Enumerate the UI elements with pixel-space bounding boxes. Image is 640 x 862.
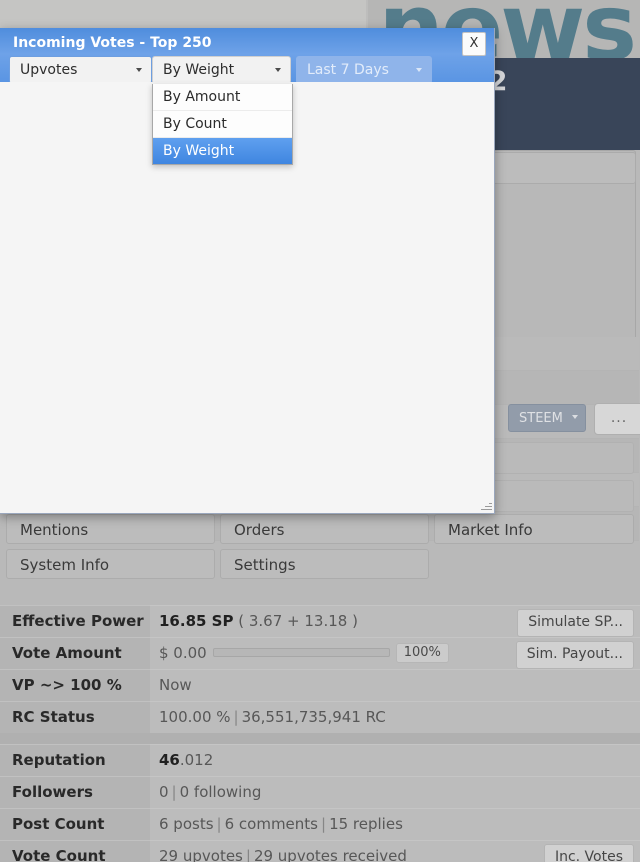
table-row: Reputation 46.012 xyxy=(0,744,640,776)
sort-by-value: By Weight xyxy=(163,62,235,78)
tab-row: Mentions Orders Market Info xyxy=(6,514,634,544)
tab-system-info[interactable]: System Info xyxy=(6,549,215,579)
dialog-header: Incoming Votes - Top 250 X Upvotes By We… xyxy=(0,28,494,84)
row-value-reputation: 46.012 xyxy=(150,744,640,776)
grip-line xyxy=(485,506,492,507)
vote-weight-percent[interactable]: 100% xyxy=(395,643,449,663)
table-row: Vote Count 29 upvotes | 29 upvotes receive… xyxy=(0,840,640,862)
table-row: Post Count 6 posts | 6 comments | 15 replies xyxy=(0,808,640,840)
sort-by-select[interactable]: By Weight xyxy=(152,56,291,84)
date-range-value: Last 7 Days xyxy=(307,62,389,78)
row-key-vp-recharge: VP ~> 100 % xyxy=(0,669,150,701)
date-range-select[interactable]: Last 7 Days xyxy=(296,56,432,84)
close-icon[interactable]: X xyxy=(462,32,486,56)
row-key-vote-amount: Vote Amount xyxy=(0,637,150,669)
sim-payout-button[interactable]: Sim. Payout... xyxy=(515,641,634,669)
effective-power-breakdown: ( 3.67 + 13.18 ) xyxy=(233,612,358,630)
more-options-button[interactable]: ... xyxy=(594,403,640,435)
vote-type-select[interactable]: Upvotes xyxy=(9,56,152,84)
steem-token-select[interactable]: STEEM xyxy=(508,404,586,432)
tab-row: System Info Settings xyxy=(6,549,634,579)
row-value-post-count: 6 posts | 6 comments | 15 replies xyxy=(150,808,640,840)
row-key-post-count: Post Count xyxy=(0,808,150,840)
chevron-down-icon xyxy=(416,68,422,72)
upvotes-received: 29 upvotes received xyxy=(253,847,407,862)
grip-line xyxy=(481,509,492,510)
row-key-rc-status: RC Status xyxy=(0,701,150,733)
row-value-effective-power: 16.85 SP ( 3.67 + 13.18 ) Simulate SP... xyxy=(150,605,640,637)
followers-count: 0 xyxy=(159,783,169,801)
dialog-title: Incoming Votes - Top 250 xyxy=(13,35,212,51)
row-value-vp-recharge: Now xyxy=(150,669,640,701)
table-row: Effective Power 16.85 SP ( 3.67 + 13.18 … xyxy=(0,605,640,637)
account-stats-table: Effective Power 16.85 SP ( 3.67 + 13.18 … xyxy=(0,605,640,862)
resize-handle[interactable] xyxy=(479,498,492,511)
value-separator: | xyxy=(216,815,222,833)
comments-count: 6 comments xyxy=(224,815,318,833)
row-value-rc-status: 100.00 % | 36,551,735,941 RC xyxy=(150,701,640,733)
tab-settings[interactable]: Settings xyxy=(220,549,429,579)
table-row: Vote Amount $ 0.00 100% Sim. Payout... xyxy=(0,637,640,669)
replies-count: 15 replies xyxy=(329,815,403,833)
rc-amount: 36,551,735,941 RC xyxy=(241,708,386,726)
row-key-followers: Followers xyxy=(0,776,150,808)
menu-item-by-count[interactable]: By Count xyxy=(153,111,292,138)
value-separator: | xyxy=(233,708,239,726)
row-value-vote-count: 29 upvotes | 29 upvotes received Inc. Vote… xyxy=(150,840,640,862)
steem-token-label: STEEM xyxy=(519,411,563,426)
effective-power-amount: 16.85 SP xyxy=(159,612,234,630)
simulate-sp-button[interactable]: Simulate SP... xyxy=(517,609,634,637)
vp-recharge-value: Now xyxy=(159,676,192,694)
table-divider xyxy=(0,733,640,744)
posts-count: 6 posts xyxy=(159,815,214,833)
row-key-reputation: Reputation xyxy=(0,744,150,776)
value-separator: | xyxy=(171,783,177,801)
vote-type-value: Upvotes xyxy=(20,62,78,78)
row-key-vote-count: Vote Count xyxy=(0,840,150,862)
dialog-filter-bar: Upvotes By Weight Last 7 Days xyxy=(0,56,494,84)
value-separator: | xyxy=(245,847,251,862)
upvotes-given: 29 upvotes xyxy=(159,847,243,862)
incoming-votes-button[interactable]: Inc. Votes xyxy=(543,844,634,862)
row-value-vote-amount: $ 0.00 100% Sim. Payout... xyxy=(150,637,640,669)
tab-orders[interactable]: Orders xyxy=(220,514,429,544)
reputation-decimal: .012 xyxy=(179,751,214,769)
tab-market-info[interactable]: Market Info xyxy=(434,514,634,544)
vote-amount-value: $ 0.00 xyxy=(159,644,207,662)
chevron-down-icon xyxy=(275,68,281,72)
row-value-followers: 0 | 0 following xyxy=(150,776,640,808)
grip-line xyxy=(489,503,492,504)
vote-weight-slider[interactable] xyxy=(212,648,390,657)
screen-root: 100.00 % news ry 2022 @pennsif ) torials xyxy=(0,0,640,862)
menu-item-by-amount[interactable]: By Amount xyxy=(153,84,292,111)
sort-by-dropdown-menu: By Amount By Count By Weight xyxy=(152,84,293,165)
reputation-whole: 46 xyxy=(159,751,180,769)
chevron-down-icon xyxy=(136,68,142,72)
tab-grid: Mentions Orders Market Info System Info … xyxy=(6,514,634,584)
table-row: Followers 0 | 0 following xyxy=(0,776,640,808)
following-count: 0 following xyxy=(179,783,262,801)
tab-empty-slot xyxy=(434,549,634,579)
value-separator: | xyxy=(321,815,327,833)
table-row: VP ~> 100 % Now xyxy=(0,669,640,701)
tab-mentions[interactable]: Mentions xyxy=(6,514,215,544)
chevron-down-icon xyxy=(572,415,578,419)
rc-percent: 100.00 % xyxy=(159,708,231,726)
menu-item-by-weight[interactable]: By Weight xyxy=(153,138,292,164)
row-key-effective-power: Effective Power xyxy=(0,605,150,637)
table-row: RC Status 100.00 % | 36,551,735,941 RC xyxy=(0,701,640,733)
